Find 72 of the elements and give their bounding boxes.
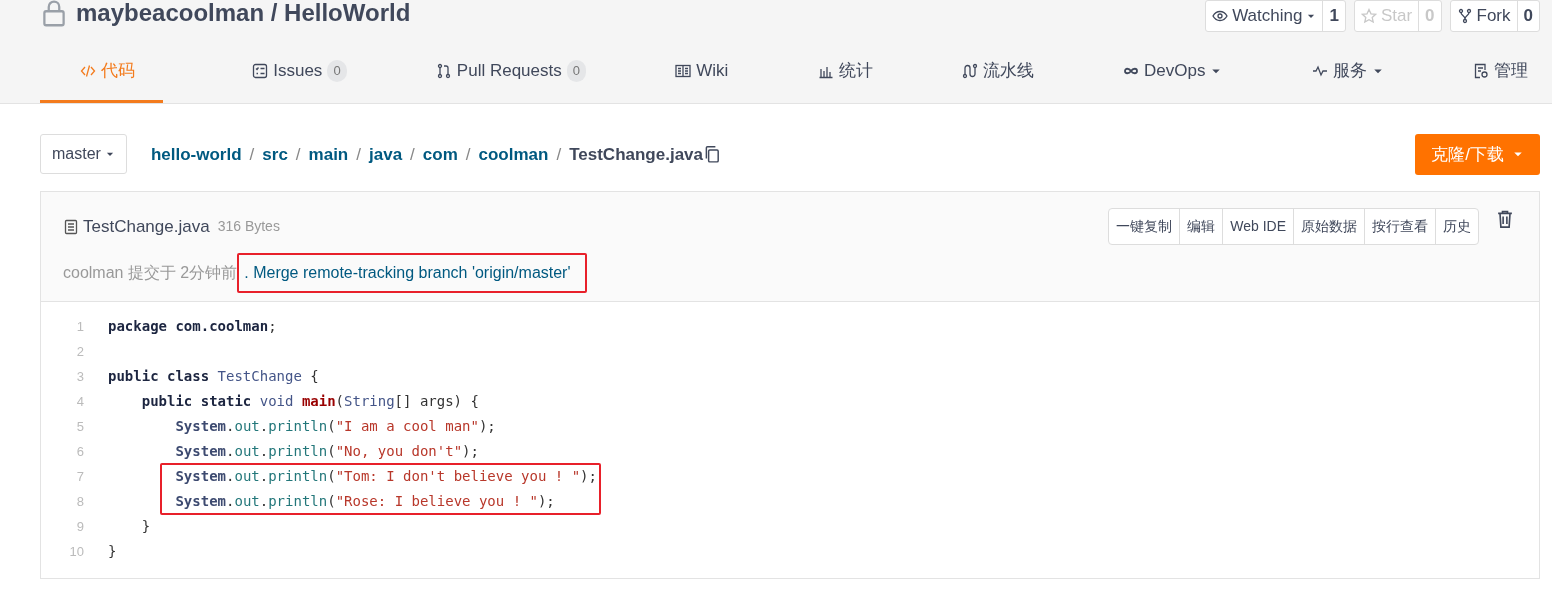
- eye-icon: [1212, 8, 1229, 24]
- code-line: }: [140, 517, 151, 536]
- code-line: }: [108, 542, 117, 561]
- line-number: 2: [75, 342, 85, 361]
- file-size: 316 Bytes: [217, 217, 280, 236]
- nav-tab[interactable]: 服务: [1311, 58, 1384, 103]
- pull-request-icon: [435, 62, 452, 79]
- watch-count: 1: [1322, 1, 1345, 31]
- breadcrumb-link[interactable]: main: [308, 141, 349, 167]
- code-line: public class TestChange {: [108, 367, 319, 386]
- code-line: System.out.println("Tom: I don't believe you ! ");: [174, 467, 597, 486]
- code-icon: [80, 62, 96, 79]
- nav-tab[interactable]: 流水线: [961, 58, 1034, 103]
- star-icon: [1360, 8, 1377, 24]
- nav-tab[interactable]: Wiki: [675, 58, 729, 103]
- line-number: 1: [75, 317, 85, 336]
- path-separator: /: [356, 143, 361, 166]
- code-line: System.out.println("I am a cool man");: [174, 417, 496, 436]
- trash-icon[interactable]: [1495, 209, 1515, 230]
- current-file-name: TestChange.java: [569, 143, 703, 166]
- line-number: 6: [75, 442, 85, 461]
- nav-tab[interactable]: Pull Requests 0: [435, 58, 586, 103]
- code-line: public static void main(String[] args) {: [140, 392, 479, 411]
- code-line: System.out.println("No, you don't");: [174, 442, 479, 461]
- file-icon: [63, 218, 79, 235]
- count-badge: 0: [566, 60, 586, 82]
- breadcrumb-link[interactable]: java: [369, 141, 403, 167]
- path-separator: /: [295, 143, 301, 166]
- toolbar-button[interactable]: 一键复制: [1109, 209, 1180, 244]
- line-number: 3: [75, 367, 85, 386]
- branch-dropdown[interactable]: master: [40, 134, 127, 175]
- watch-button-group[interactable]: Watching 1: [1205, 0, 1346, 32]
- line-number: 8: [75, 492, 85, 511]
- book-icon: [675, 62, 692, 79]
- count-badge: 0: [327, 60, 347, 82]
- nav-tab[interactable]: 统计: [817, 58, 873, 103]
- line-number: 9: [75, 517, 85, 536]
- commit-message-link[interactable]: . Merge remote-tracking branch 'origin/master': [237, 253, 587, 293]
- toolbar-button[interactable]: Web IDE: [1222, 209, 1293, 244]
- file-name: TestChange.java: [83, 215, 210, 238]
- toolbar-button[interactable]: 编辑: [1179, 209, 1223, 244]
- nav-tab[interactable]: Issues 0: [252, 58, 347, 103]
- fork-icon: [1456, 8, 1473, 24]
- nav-tab[interactable]: DevOps: [1123, 58, 1223, 103]
- watch-button[interactable]: Watching: [1206, 1, 1323, 31]
- breadcrumb-link[interactable]: src: [262, 141, 288, 167]
- fork-count: 0: [1516, 1, 1539, 31]
- breadcrumb-link[interactable]: com: [422, 141, 458, 167]
- toolbar-button[interactable]: 原始数据: [1293, 209, 1364, 244]
- path-separator: /: [465, 143, 471, 166]
- toolbar-button[interactable]: 历史: [1435, 209, 1478, 244]
- document-settings-icon: [1472, 62, 1489, 79]
- commit-author: coolman 提交于 2分钟前: [63, 263, 238, 283]
- nav-tab[interactable]: 管理: [1472, 58, 1528, 103]
- path-separator: /: [410, 143, 415, 166]
- line-number: 10: [68, 542, 85, 561]
- path-separator: /: [556, 143, 562, 166]
- line-number: 7: [75, 467, 85, 486]
- path-separator: /: [249, 143, 255, 166]
- code-line: System.out.println("Rose: I believe you ! ");: [174, 492, 555, 511]
- fork-button-group[interactable]: Fork 0: [1449, 0, 1540, 32]
- fork-button[interactable]: Fork: [1450, 1, 1517, 31]
- copy-icon: [703, 145, 721, 164]
- line-number: 5: [75, 417, 85, 436]
- repo-title[interactable]: maybeacoolman / HelloWorld: [76, 0, 411, 28]
- breadcrumb-link[interactable]: coolman: [478, 141, 549, 167]
- toolbar-button[interactable]: 按行查看: [1364, 209, 1435, 244]
- line-number: 4: [75, 392, 85, 411]
- breadcrumb-link[interactable]: hello-world: [150, 141, 242, 167]
- code-line: package com.coolman;: [108, 317, 277, 336]
- checklist-icon: [252, 62, 269, 79]
- pipeline-icon: [961, 62, 978, 79]
